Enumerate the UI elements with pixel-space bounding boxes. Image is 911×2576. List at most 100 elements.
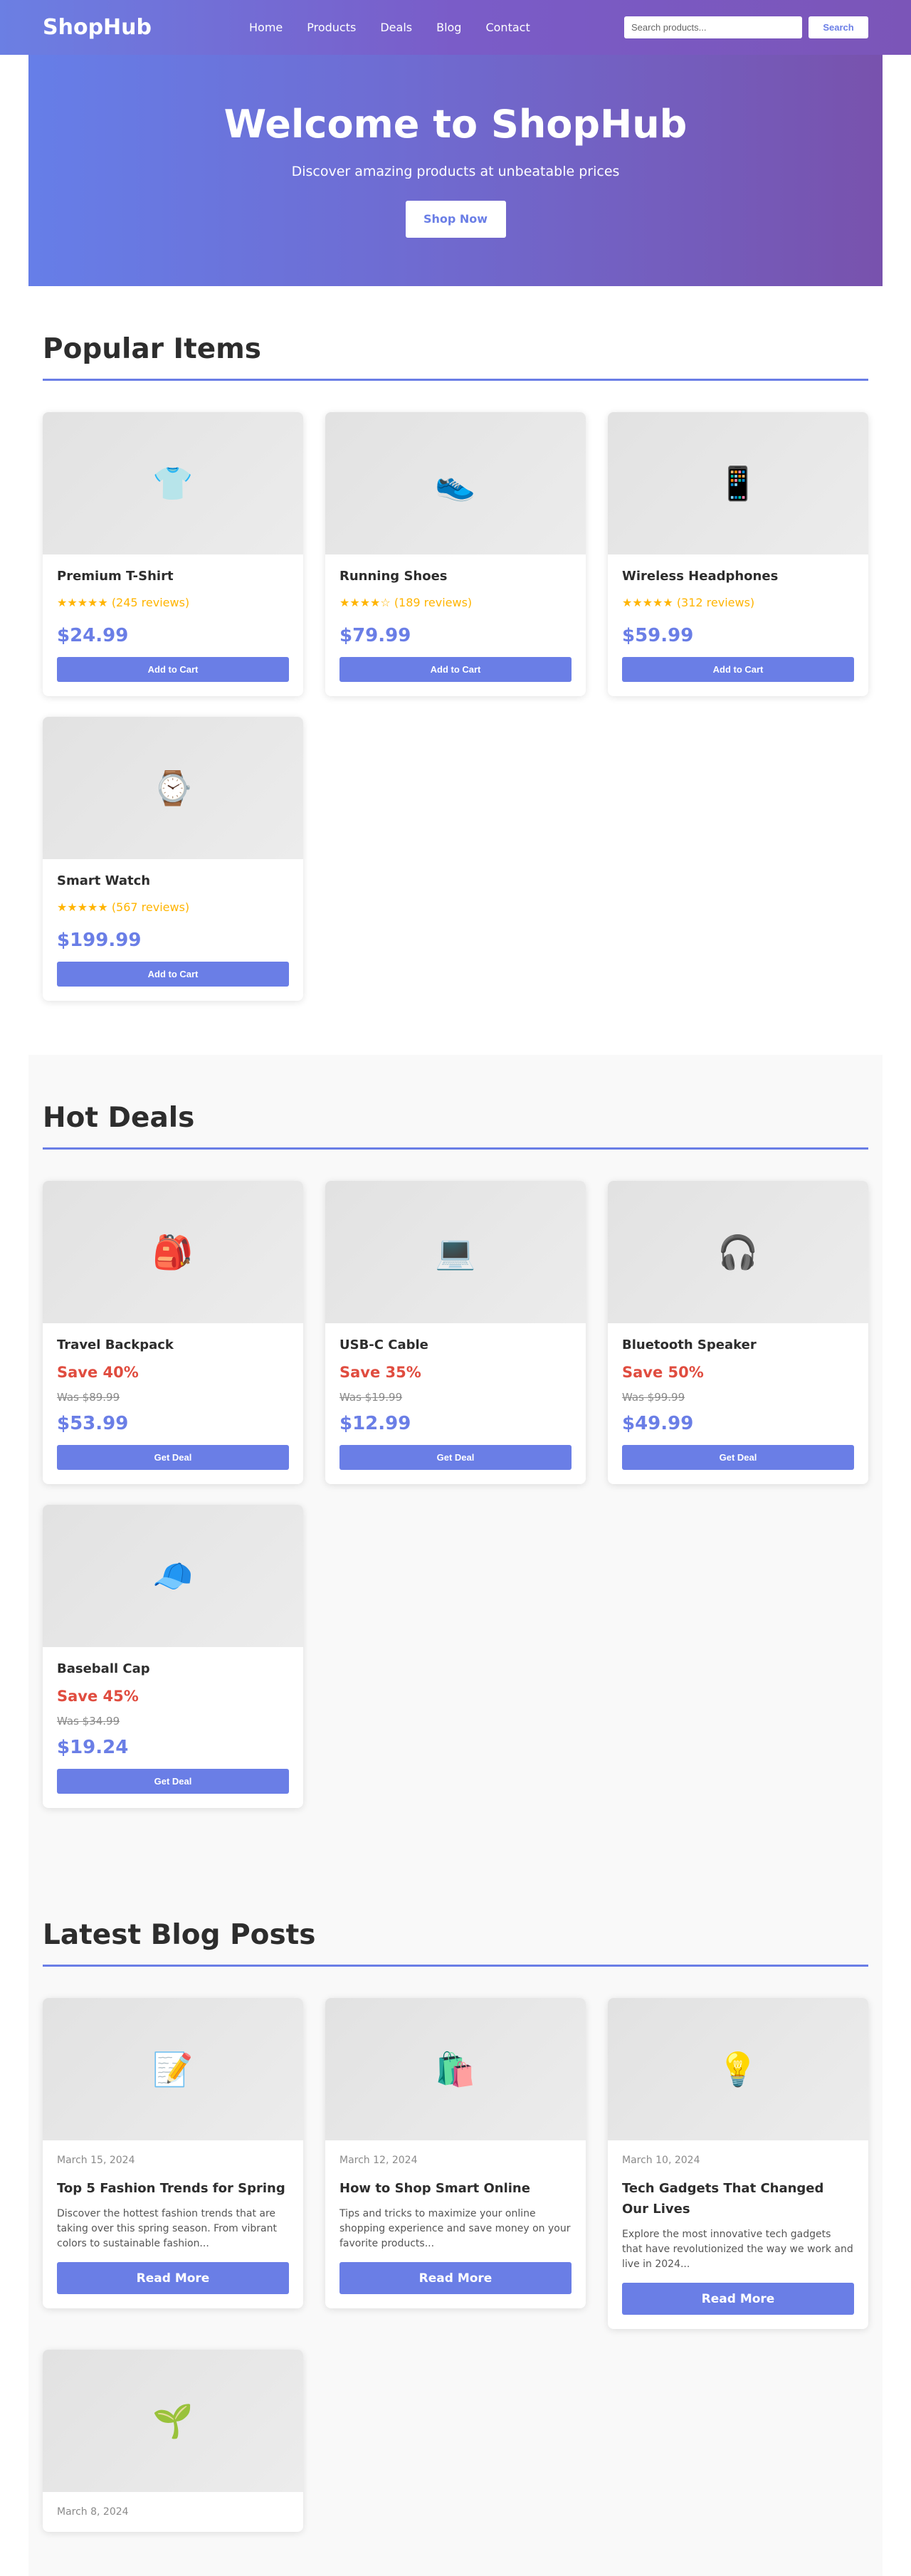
star-rating-icon: ★★★★★ [57,900,108,914]
product-name[interactable]: Wireless Headphones [622,569,854,584]
seedling-icon[interactable]: 🌱 [43,2350,303,2492]
memo-icon[interactable]: 📝 [43,1998,303,2140]
deal-price: $12.99 [339,1413,411,1434]
post-excerpt: Discover the hottest fashion trends that… [57,2208,277,2249]
star-rating-icon: ★★★★☆ [339,596,391,609]
read-more-button[interactable]: Read More [622,2283,854,2315]
original-price: Was $19.99 [339,1391,403,1404]
product-grid: 👕 Premium T-Shirt ★★★★★ (245 reviews) $2… [43,412,868,1001]
blog-card: 🌱 March 8, 2024 [43,2350,303,2532]
hot-deals-section: Hot Deals 🎒 Travel Backpack Save 40% Was… [28,1055,883,1862]
blog-card: 📝 March 15, 2024 Top 5 Fashion Trends fo… [43,1998,303,2308]
product-name[interactable]: USB-C Cable [339,1337,572,1352]
hero-subtitle: Discover amazing products at unbeatable … [291,164,620,179]
cap-icon[interactable]: 🧢 [43,1505,303,1647]
search-bar: Search [624,16,868,38]
section-title: Popular Items [43,333,868,381]
original-price: Was $89.99 [57,1391,120,1404]
get-deal-button[interactable]: Get Deal [57,1445,289,1470]
post-date: March 10, 2024 [622,2155,700,2166]
discount-badge: Save 45% [57,1688,139,1705]
section-title: Hot Deals [43,1102,868,1150]
shopping-bags-icon[interactable]: 🛍️ [325,1998,586,2140]
rating: ★★★★★ (312 reviews) [622,596,854,609]
watch-icon[interactable]: ⌚ [43,717,303,859]
get-deal-button[interactable]: Get Deal [622,1445,854,1470]
star-rating-icon: ★★★★★ [57,596,108,609]
laptop-icon[interactable]: 💻 [325,1181,586,1323]
product-name[interactable]: Running Shoes [339,569,572,584]
add-to-cart-button[interactable]: Add to Cart [339,657,572,682]
product-name[interactable]: Bluetooth Speaker [622,1337,854,1352]
nav-link-deals[interactable]: Deals [380,21,412,34]
blog-grid: 📝 March 15, 2024 Top 5 Fashion Trends fo… [43,1998,868,2532]
post-date: March 12, 2024 [339,2155,418,2166]
product-price: $24.99 [57,625,129,646]
product-card: 📱 Wireless Headphones ★★★★★ (312 reviews… [608,412,868,696]
post-excerpt: Tips and tricks to maximize your online … [339,2208,571,2249]
add-to-cart-button[interactable]: Add to Cart [57,657,289,682]
product-price: $59.99 [622,625,694,646]
shop-now-button[interactable]: Shop Now [405,201,506,238]
deal-price: $49.99 [622,1413,694,1434]
deal-card: 💻 USB-C Cable Save 35% Was $19.99 $12.99… [325,1181,586,1484]
product-name[interactable]: Baseball Cap [57,1661,289,1676]
add-to-cart-button[interactable]: Add to Cart [57,962,289,987]
tshirt-icon[interactable]: 👕 [43,412,303,554]
deal-card: 🎧 Bluetooth Speaker Save 50% Was $99.99 … [608,1181,868,1484]
search-button[interactable]: Search [809,16,868,38]
post-excerpt: Explore the most innovative tech gadgets… [622,2229,853,2270]
top-navbar: ShopHub Home Products Deals Blog Contact… [0,0,911,55]
headphones-icon[interactable]: 🎧 [608,1181,868,1323]
search-input[interactable] [624,16,802,38]
shoe-icon[interactable]: 👟 [325,412,586,554]
blog-section: Latest Blog Posts 📝 March 15, 2024 Top 5… [28,1862,883,2576]
deal-price: $53.99 [57,1413,129,1434]
hero-title: Welcome to ShopHub [223,102,688,147]
add-to-cart-button[interactable]: Add to Cart [622,657,854,682]
product-name[interactable]: Smart Watch [57,873,289,888]
product-card: 👟 Running Shoes ★★★★☆ (189 reviews) $79.… [325,412,586,696]
logo[interactable]: ShopHub [43,15,249,40]
original-price: Was $99.99 [622,1391,685,1404]
review-count: (312 reviews) [676,596,755,609]
backpack-icon[interactable]: 🎒 [43,1181,303,1323]
read-more-button[interactable]: Read More [339,2262,572,2294]
nav-link-home[interactable]: Home [249,21,283,34]
discount-badge: Save 40% [57,1364,139,1381]
blog-card: 💡 March 10, 2024 Tech Gadgets That Chang… [608,1998,868,2329]
review-count: (567 reviews) [111,900,190,914]
star-rating-icon: ★★★★★ [622,596,673,609]
get-deal-button[interactable]: Get Deal [57,1769,289,1794]
rating: ★★★★★ (245 reviews) [57,596,289,609]
nav-link-products[interactable]: Products [307,21,356,34]
product-name[interactable]: Travel Backpack [57,1337,289,1352]
discount-badge: Save 35% [339,1364,421,1381]
product-name[interactable]: Premium T-Shirt [57,569,289,584]
read-more-button[interactable]: Read More [57,2262,289,2294]
post-date: March 15, 2024 [57,2155,135,2166]
section-title: Latest Blog Posts [43,1919,868,1967]
nav-link-blog[interactable]: Blog [436,21,461,34]
review-count: (189 reviews) [394,596,473,609]
phone-icon[interactable]: 📱 [608,412,868,554]
main-menu: Home Products Deals Blog Contact [249,21,624,34]
rating: ★★★★★ (567 reviews) [57,900,289,914]
rating: ★★★★☆ (189 reviews) [339,596,572,609]
product-card: 👕 Premium T-Shirt ★★★★★ (245 reviews) $2… [43,412,303,696]
review-count: (245 reviews) [111,596,190,609]
deal-card: 🧢 Baseball Cap Save 45% Was $34.99 $19.2… [43,1505,303,1808]
product-price: $79.99 [339,625,411,646]
product-card: ⌚ Smart Watch ★★★★★ (567 reviews) $199.9… [43,717,303,1001]
discount-badge: Save 50% [622,1364,704,1381]
deals-grid: 🎒 Travel Backpack Save 40% Was $89.99 $5… [43,1181,868,1808]
nav-link-contact[interactable]: Contact [485,21,530,34]
post-title[interactable]: Tech Gadgets That Changed Our Lives [622,2178,854,2219]
popular-items-section: Popular Items 👕 Premium T-Shirt ★★★★★ (2… [28,333,883,1001]
post-title[interactable]: How to Shop Smart Online [339,2178,572,2199]
get-deal-button[interactable]: Get Deal [339,1445,572,1470]
post-title[interactable]: Top 5 Fashion Trends for Spring [57,2178,289,2199]
original-price: Was $34.99 [57,1715,120,1728]
deal-price: $19.24 [57,1737,129,1758]
lightbulb-icon[interactable]: 💡 [608,1998,868,2140]
